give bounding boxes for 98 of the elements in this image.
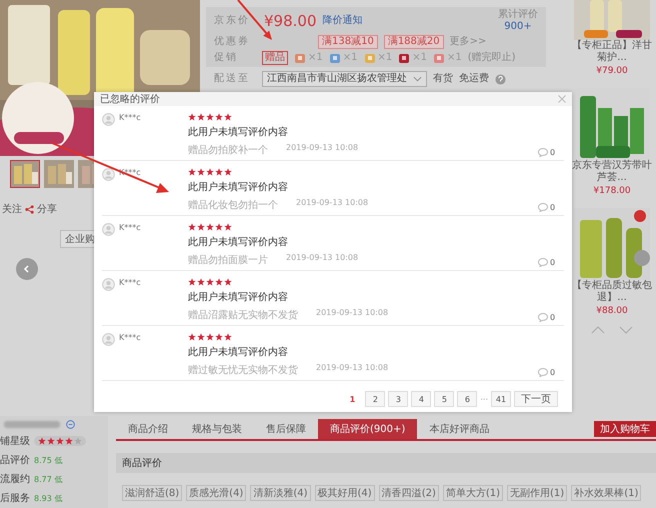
- review-tag-text: 赠过敏无忧无实物不发货: [188, 364, 298, 377]
- close-icon[interactable]: [558, 95, 566, 103]
- promo-label: 促销: [214, 52, 239, 64]
- coupon-tag[interactable]: 满138减10: [318, 35, 378, 49]
- page-ellipsis: ···: [480, 394, 488, 404]
- comment-icon[interactable]: [538, 368, 548, 377]
- tab[interactable]: 商品评价(900+): [318, 419, 418, 439]
- review-tag[interactable]: 质感光滑(4): [186, 485, 246, 501]
- user-name: K***c: [119, 333, 141, 342]
- avatar-icon: [102, 113, 115, 126]
- review-tag[interactable]: 简单大方(1): [442, 485, 504, 501]
- review-date: 2019-09-13 10:08: [286, 253, 358, 264]
- down-chevron-icon[interactable]: [619, 326, 633, 334]
- product-title[interactable]: 【专柜品质过敏包退】...: [570, 280, 654, 304]
- avatar-icon: [102, 278, 115, 291]
- page-button[interactable]: 3: [388, 391, 408, 407]
- tab[interactable]: 本店好评商品: [417, 419, 502, 439]
- gift-note: (赠完即止): [468, 52, 516, 64]
- rating-label: 铺星级: [0, 435, 30, 448]
- score-value: 8.77 低: [34, 474, 62, 484]
- review-count[interactable]: 900+: [504, 21, 532, 33]
- coupon-label: 优惠券: [214, 36, 251, 48]
- tab[interactable]: 商品介绍: [116, 419, 180, 439]
- user-name: K***c: [119, 223, 141, 232]
- avatar-icon: [102, 168, 115, 181]
- price-alert-link[interactable]: 降价通知: [322, 15, 362, 27]
- review-tag[interactable]: 补水效果棒(1): [571, 485, 642, 501]
- score-value: 8.93 低: [34, 492, 62, 504]
- follow-link[interactable]: 关注: [2, 202, 22, 216]
- dialog-title: 已忽略的评价: [100, 93, 160, 106]
- comment-icon[interactable]: [538, 203, 548, 212]
- product-title[interactable]: 京东专营汉芳带叶芦荟...: [570, 160, 654, 184]
- score-label: 后服务: [0, 492, 30, 505]
- reply-count: 0: [550, 313, 556, 322]
- review-text: 此用户未填写评价内容: [188, 126, 289, 139]
- review-tag[interactable]: 清香四溢(2): [378, 485, 439, 501]
- score-label: 品评价: [0, 454, 30, 467]
- product-price: ¥88.00: [596, 306, 628, 316]
- previous-button[interactable]: [16, 258, 38, 280]
- add-to-cart-button[interactable]: 加入购物车: [594, 421, 656, 437]
- reply-count: 0: [550, 368, 556, 377]
- price-label: 京东价: [214, 15, 251, 27]
- page-button[interactable]: 2: [365, 391, 386, 407]
- review-date: 2019-09-13 10:08: [316, 308, 388, 319]
- tab[interactable]: 售后保障: [254, 419, 318, 439]
- price: ¥98.00: [264, 13, 316, 29]
- shipping-info: 免运费: [459, 73, 489, 85]
- reply-count: 0: [550, 203, 556, 212]
- page-button[interactable]: 5: [434, 391, 454, 407]
- avatar-icon: [102, 333, 115, 346]
- product-price: ¥79.00: [596, 66, 628, 76]
- review-text: 此用户未填写评价内容: [188, 180, 289, 194]
- reply-count: 0: [550, 148, 556, 157]
- delivery-label: 配送至: [214, 73, 251, 85]
- review-text: 此用户未填写评价内容: [188, 290, 289, 304]
- chat-icon[interactable]: [66, 420, 75, 429]
- blurred-shop-name: [4, 421, 60, 428]
- section-header: 商品评价: [116, 453, 656, 473]
- review-tag-text: 赠品勿拍面膜一片: [188, 254, 268, 267]
- avatar-icon: [102, 223, 115, 236]
- gift-tag: 赠品: [262, 51, 288, 65]
- share-link[interactable]: 分享: [37, 202, 57, 216]
- score-value: 8.75 低: [34, 454, 62, 466]
- page-button[interactable]: 1: [342, 391, 362, 407]
- review-date: 2019-09-13 10:08: [296, 198, 368, 209]
- review-text: 此用户未填写评价内容: [188, 346, 289, 359]
- review-tag-text: 赠品勿拍胶补一个: [188, 144, 268, 157]
- tab[interactable]: 规格与包装: [180, 419, 254, 439]
- review-tag[interactable]: 无副作用(1): [507, 485, 568, 501]
- page-button[interactable]: 6: [457, 391, 478, 407]
- review-date: 2019-09-13 10:08: [316, 363, 388, 374]
- product-price: ¥178.00: [593, 186, 631, 196]
- coupon-tag[interactable]: 满188减20: [384, 35, 444, 49]
- comment-icon[interactable]: [538, 148, 548, 157]
- review-tag[interactable]: 清新淡雅(4): [250, 485, 311, 501]
- page-button[interactable]: 41: [491, 391, 511, 407]
- up-chevron-icon[interactable]: [591, 326, 605, 334]
- user-name: K***c: [119, 278, 141, 287]
- next-page-button[interactable]: 下一页: [514, 391, 558, 407]
- reply-count: 0: [550, 258, 556, 267]
- score-label: 流履约: [0, 472, 30, 486]
- share-icon: [25, 204, 34, 214]
- comment-icon[interactable]: [538, 258, 548, 267]
- review-count-label: 累计评价: [498, 9, 538, 21]
- user-name: K***c: [119, 113, 141, 122]
- review-tag[interactable]: 滋润舒适(8): [122, 485, 182, 501]
- page-button[interactable]: 4: [411, 391, 432, 407]
- address-dropdown[interactable]: 江西南昌市青山湖区扬农管理处: [262, 71, 427, 87]
- review-tag[interactable]: 极其好用(4): [314, 485, 375, 501]
- review-text: 此用户未填写评价内容: [188, 236, 289, 249]
- comment-icon[interactable]: [538, 313, 548, 322]
- help-icon: [495, 74, 506, 84]
- stock-status: 有货: [433, 73, 453, 85]
- review-tag-text: 赠品沼露贴无实物不发货: [188, 308, 298, 322]
- review-tag-text: 赠品化妆包勿拍一个: [188, 198, 278, 212]
- dropdown-caret-icon: [413, 76, 422, 82]
- product-title[interactable]: 【专柜正品】洋甘菊护...: [570, 40, 654, 64]
- review-date: 2019-09-13 10:08: [286, 143, 358, 154]
